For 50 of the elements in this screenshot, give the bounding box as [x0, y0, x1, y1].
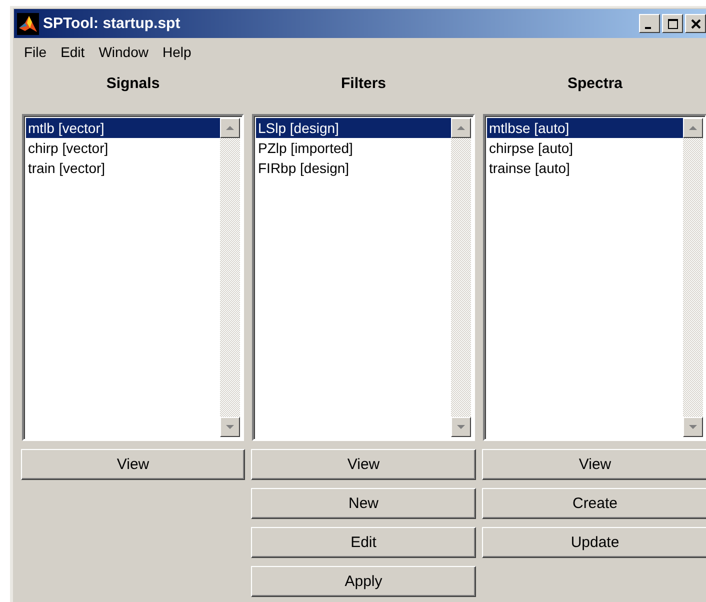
action-button[interactable]: New — [251, 488, 476, 519]
up-arrow-icon — [456, 125, 466, 131]
action-button[interactable]: View — [251, 449, 476, 480]
close-icon — [690, 18, 702, 30]
list-item[interactable]: FIRbp [design] — [256, 158, 451, 178]
list-item[interactable]: trainse [auto] — [487, 158, 683, 178]
action-button[interactable]: Create — [482, 488, 706, 519]
column-heading: Signals — [105, 74, 161, 94]
action-button[interactable]: Edit — [251, 527, 476, 558]
list-item[interactable]: mtlbse [auto] — [487, 118, 683, 138]
scrollbar[interactable] — [683, 118, 703, 437]
list-box[interactable]: mtlb [vector] chirp [vector] train [vector] — [22, 114, 244, 441]
maximize-icon — [666, 18, 678, 30]
app-icon — [17, 12, 39, 34]
action-button[interactable]: Update — [482, 527, 706, 558]
down-arrow-icon — [688, 424, 698, 430]
list-item[interactable]: LSlp [design] — [256, 118, 451, 138]
menu-item[interactable]: File — [17, 42, 54, 60]
scroll-up-button[interactable] — [220, 118, 240, 138]
up-arrow-icon — [225, 125, 235, 131]
minimize-button[interactable] — [639, 14, 660, 33]
menu-item[interactable]: Help — [155, 42, 198, 60]
scroll-down-button[interactable] — [451, 417, 471, 437]
column-heading: Spectra — [566, 74, 624, 94]
up-arrow-icon — [688, 125, 698, 131]
column-heading: Filters — [340, 74, 387, 94]
menu-item[interactable]: Window — [92, 42, 156, 60]
list-item[interactable]: chirpse [auto] — [487, 138, 683, 158]
minimize-icon — [645, 26, 651, 28]
list-item[interactable]: chirp [vector] — [26, 138, 220, 158]
down-arrow-icon — [456, 424, 466, 430]
scroll-up-button[interactable] — [451, 118, 471, 138]
scroll-up-button[interactable] — [683, 118, 703, 138]
down-arrow-icon — [225, 424, 235, 430]
scrollbar[interactable] — [220, 118, 240, 437]
maximize-button[interactable] — [662, 14, 683, 33]
list-box[interactable]: mtlbse [auto] chirpse [auto] trainse [auto] — [483, 114, 706, 441]
scrollbar[interactable] — [451, 118, 471, 437]
window-title: SPTool: startup.spt — [43, 15, 182, 32]
close-button[interactable] — [685, 14, 706, 33]
list-box[interactable]: LSlp [design] PZlp [imported] FIRbp [design] — [252, 114, 475, 441]
action-button[interactable]: View — [482, 449, 706, 480]
list-item[interactable]: PZlp [imported] — [256, 138, 451, 158]
list-item[interactable]: mtlb [vector] — [26, 118, 220, 138]
menu-item[interactable]: Edit — [54, 42, 92, 60]
scroll-down-button[interactable] — [220, 417, 240, 437]
action-button[interactable]: View — [21, 449, 245, 480]
scroll-down-button[interactable] — [683, 417, 703, 437]
action-button[interactable]: Apply — [251, 566, 476, 597]
list-item[interactable]: train [vector] — [26, 158, 220, 178]
